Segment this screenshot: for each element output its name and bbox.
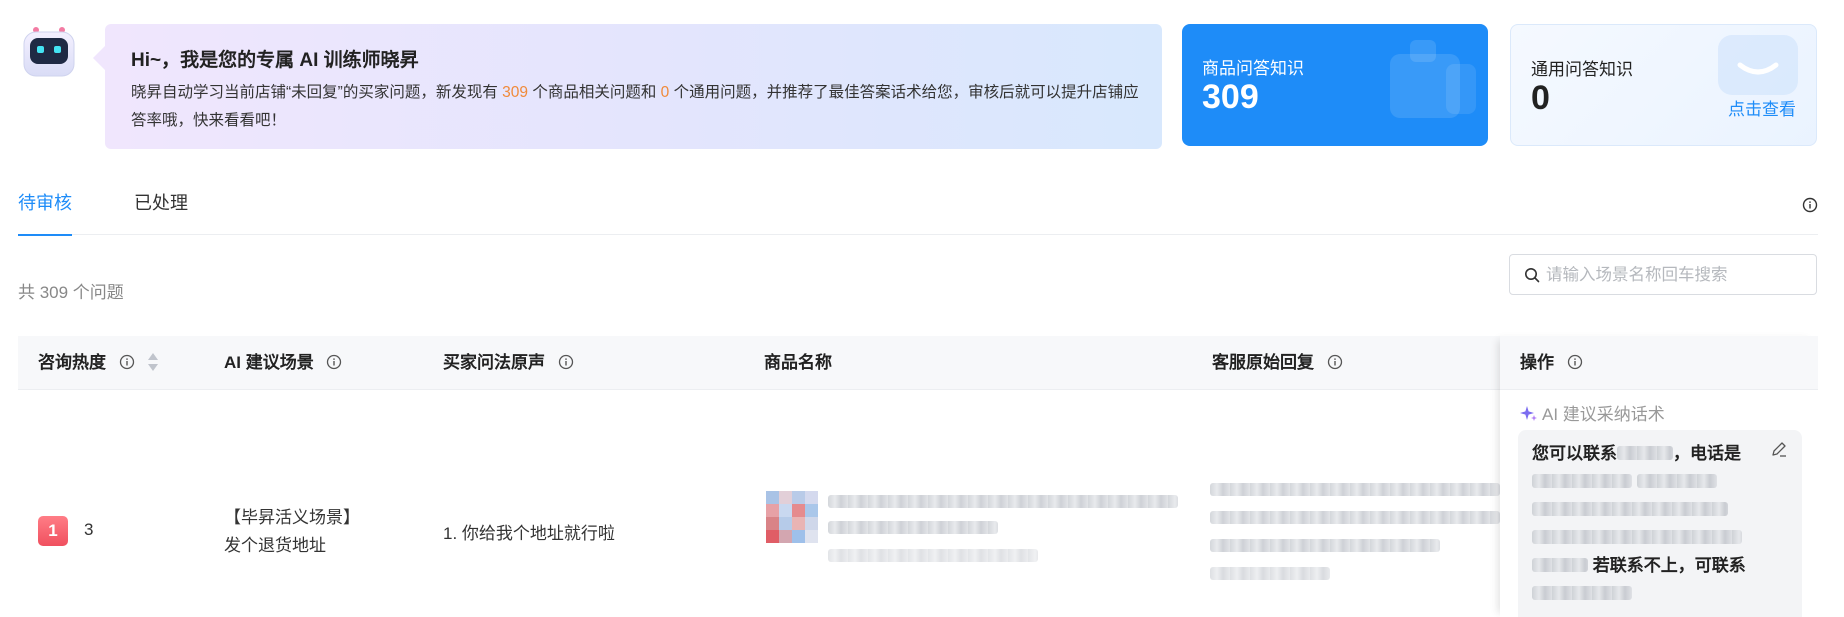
robot-avatar-icon bbox=[22, 26, 78, 78]
question-count: 共 309 个问题 bbox=[18, 283, 124, 302]
column-scene-label: AI 建议场景 bbox=[224, 353, 314, 372]
product-id-redacted bbox=[828, 549, 1038, 562]
column-reply-label: 客服原始回复 bbox=[1212, 353, 1314, 372]
column-heat[interactable]: 咨询热度 bbox=[38, 336, 159, 390]
original-reply-redacted bbox=[1210, 483, 1500, 496]
ai-suggestion-label: AI 建议采纳话术 bbox=[1520, 400, 1665, 425]
assistant-greeting: Hi~，我是您的专属 AI 训练师晓昇 bbox=[131, 50, 419, 71]
column-heat-label: 咨询热度 bbox=[38, 353, 106, 372]
info-icon[interactable] bbox=[119, 354, 135, 370]
original-reply-redacted bbox=[1210, 567, 1330, 580]
status-tabs: 待审核 已处理 bbox=[18, 183, 1818, 236]
buyer-question: 1. 你给我个地址就行啦 bbox=[443, 524, 615, 543]
search-input[interactable] bbox=[1546, 261, 1806, 289]
original-reply-redacted bbox=[1210, 539, 1440, 552]
general-qa-label: 通用问答知识 bbox=[1531, 60, 1633, 79]
suggested-answer-box[interactable]: 您可以联系 ，电话是 若联系不上，可联系 bbox=[1518, 430, 1802, 617]
info-icon[interactable] bbox=[1567, 354, 1583, 370]
edit-icon[interactable] bbox=[1770, 440, 1788, 458]
column-question: 买家问法原声 bbox=[443, 336, 574, 390]
column-scene: AI 建议场景 bbox=[224, 336, 342, 390]
ai-suggestion-text: AI 建议采纳话术 bbox=[1542, 405, 1665, 424]
suggest-part-2: ，电话是 bbox=[1673, 444, 1741, 463]
scene-name: 发个退货地址 bbox=[224, 536, 326, 555]
product-qa-label: 商品问答知识 bbox=[1202, 59, 1304, 78]
tab-processed[interactable]: 已处理 bbox=[134, 189, 188, 235]
search-icon bbox=[1525, 268, 1540, 283]
assistant-message: 晓昇自动学习当前店铺“未回复”的买家问题，新发现有 309 个商品相关问题和 0… bbox=[131, 79, 1141, 135]
view-general-link[interactable]: 点击查看 bbox=[1728, 95, 1796, 120]
contact-redacted bbox=[1617, 446, 1673, 461]
sparkle-icon bbox=[1520, 406, 1537, 422]
column-action: 操作 bbox=[1520, 336, 1583, 390]
suggested-answer-text: 您可以联系 ，电话是 若联系不上，可联系 bbox=[1532, 440, 1762, 608]
phone-redacted bbox=[1532, 474, 1632, 489]
document-icon bbox=[1390, 40, 1476, 118]
info-icon[interactable] bbox=[558, 354, 574, 370]
scene-cell: 【毕昇活义场景】 发个退货地址 bbox=[224, 504, 360, 560]
scene-tag: 【毕昇活义场景】 bbox=[224, 508, 360, 527]
table-row: 1 3 【毕昇活义场景】 发个退货地址 1. 你给我个地址就行啦 bbox=[18, 391, 1500, 617]
action-column-header: 操作 bbox=[1500, 336, 1818, 390]
suggest-part-3: 若联系不上，可联系 bbox=[1592, 556, 1746, 575]
general-count-highlight: 0 bbox=[660, 84, 670, 101]
info-icon[interactable] bbox=[1802, 197, 1818, 218]
column-product: 商品名称 bbox=[764, 353, 832, 372]
scene-search bbox=[1509, 254, 1817, 295]
info-icon[interactable] bbox=[326, 354, 342, 370]
product-name-redacted bbox=[828, 495, 1178, 508]
general-qa-value: 0 bbox=[1531, 79, 1550, 117]
product-qa-card[interactable]: 商品问答知识 309 bbox=[1182, 24, 1488, 146]
suggest-part-1: 您可以联系 bbox=[1532, 444, 1617, 463]
sort-icon[interactable] bbox=[147, 351, 159, 373]
info-icon[interactable] bbox=[1327, 354, 1343, 370]
column-question-label: 买家问法原声 bbox=[443, 353, 545, 372]
product-qa-value: 309 bbox=[1202, 78, 1259, 116]
tab-pending[interactable]: 待审核 bbox=[18, 189, 72, 236]
backup-contact-redacted bbox=[1532, 586, 1632, 601]
product-thumbnail bbox=[766, 491, 818, 543]
column-action-label: 操作 bbox=[1520, 353, 1554, 372]
product-count-highlight: 309 bbox=[502, 84, 529, 101]
phone-redacted bbox=[1636, 474, 1717, 489]
product-name-redacted bbox=[828, 521, 998, 534]
original-reply-redacted bbox=[1210, 511, 1500, 524]
address-redacted bbox=[1532, 558, 1588, 573]
address-redacted bbox=[1532, 502, 1728, 517]
assistant-banner: Hi~，我是您的专属 AI 训练师晓昇 晓昇自动学习当前店铺“未回复”的买家问题… bbox=[93, 24, 1162, 149]
rank-badge: 1 bbox=[38, 516, 68, 546]
action-column: 操作 AI 建议采纳话术 您可以联系 ，电话是 若联系不上，可联系 bbox=[1500, 336, 1818, 617]
heat-value: 3 bbox=[84, 520, 94, 539]
address-redacted bbox=[1532, 530, 1742, 545]
message-prefix: 晓昇自动学习当前店铺“未回复”的买家问题，新发现有 bbox=[131, 84, 503, 101]
column-reply: 客服原始回复 bbox=[1212, 336, 1343, 390]
general-qa-card[interactable]: 通用问答知识 0 点击查看 bbox=[1510, 24, 1817, 146]
message-middle: 个商品相关问题和 bbox=[528, 84, 661, 101]
